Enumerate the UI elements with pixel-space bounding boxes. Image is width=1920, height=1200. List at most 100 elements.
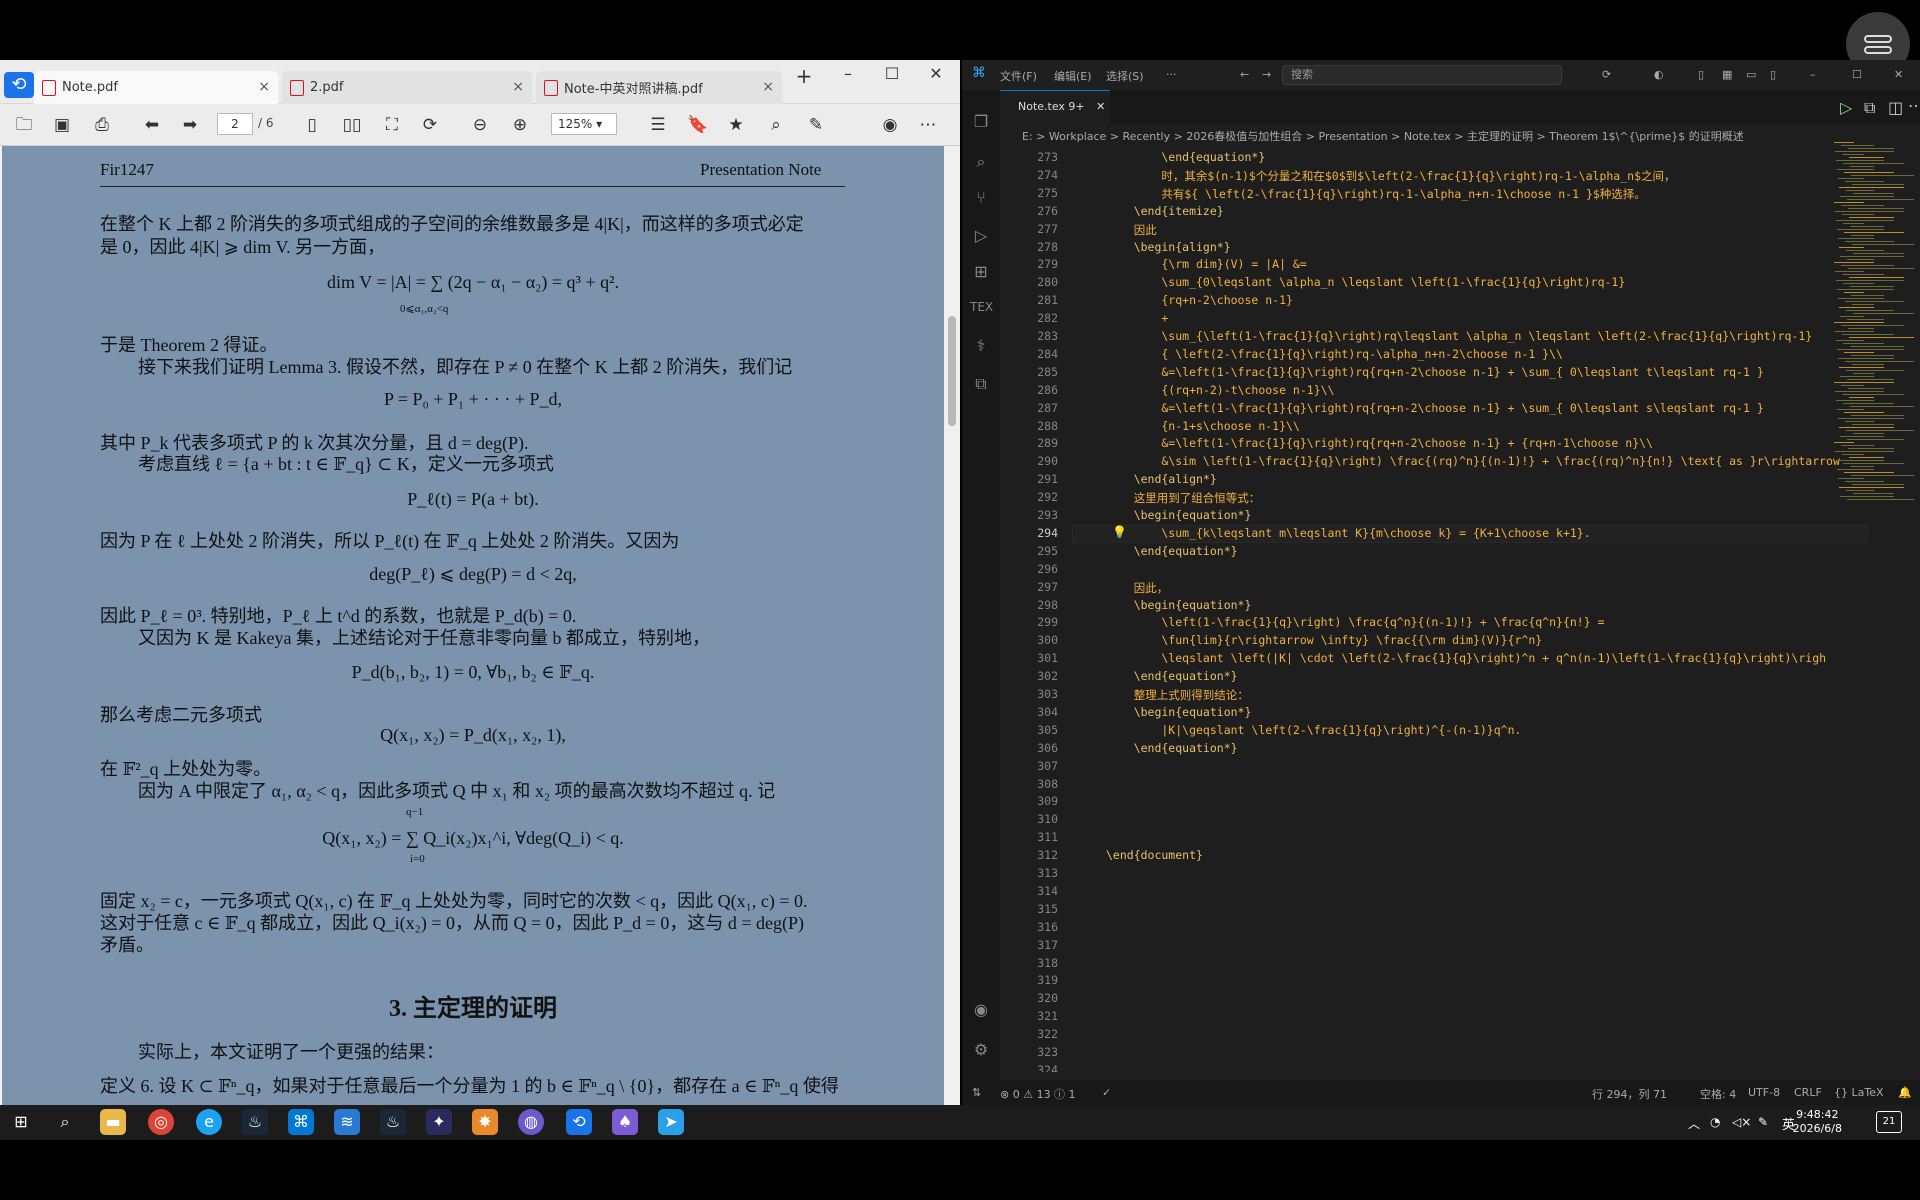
previous-page-icon[interactable]: ⬅ <box>140 113 164 137</box>
code-line[interactable]: 整理上式则得到结论： <box>1106 687 1249 703</box>
fit-page-icon[interactable]: ⛶ <box>380 113 404 137</box>
code-line[interactable]: \begin{equation*} <box>1106 508 1252 522</box>
language-mode[interactable]: {} LaTeX <box>1834 1086 1884 1099</box>
python-icon[interactable]: ⚕ <box>970 336 992 358</box>
system-clock[interactable]: 9:48:42 2026/6/8 <box>1793 1108 1842 1136</box>
indentation[interactable]: 空格: 4 <box>1700 1086 1736 1102</box>
code-line[interactable]: + <box>1106 311 1168 325</box>
more-actions-icon[interactable]: ⋯ <box>1908 96 1920 115</box>
network-icon[interactable]: ◔ <box>1710 1115 1720 1129</box>
search-icon[interactable]: ⌕ <box>764 113 788 137</box>
code-line[interactable]: &=\left(1-\frac{1}{q}\right)rq{rq+n-2\ch… <box>1106 401 1763 415</box>
app-logo-icon[interactable]: ⟲ <box>4 72 34 98</box>
code-line[interactable]: &=\left(1-\frac{1}{q}\right)rq{rq+n-2\ch… <box>1106 436 1653 450</box>
code-line[interactable]: 这里用到了组合恒等式： <box>1106 490 1261 506</box>
minimap[interactable] <box>1830 142 1920 1072</box>
page-number-input[interactable]: 2 <box>217 113 253 135</box>
code-line[interactable]: \end{align*} <box>1106 472 1217 486</box>
notification-center-icon[interactable]: 21 <box>1876 1111 1902 1133</box>
code-line[interactable]: {n-1+s\choose n-1}\\ <box>1106 419 1300 433</box>
vscode-taskbar-icon[interactable]: ⌘ <box>288 1109 314 1135</box>
menu-more[interactable]: ··· <box>1166 68 1177 81</box>
extensions-icon[interactable]: ⊞ <box>970 262 992 284</box>
pdf-scrollbar[interactable] <box>944 146 960 1105</box>
code-line[interactable]: \end{itemize} <box>1106 204 1224 218</box>
back-arrow-icon[interactable]: ← <box>1240 68 1249 81</box>
scroll-thumb[interactable] <box>948 316 956 426</box>
zoom-out-icon[interactable]: ⊖ <box>468 113 492 137</box>
app-icon[interactable]: ✦ <box>426 1109 452 1135</box>
code-line[interactable]: \end{equation*} <box>1106 741 1238 755</box>
print-icon[interactable]: ⎙ <box>90 113 114 137</box>
close-window-button[interactable]: ✕ <box>1894 68 1903 81</box>
close-tab-icon[interactable]: × <box>512 79 524 95</box>
code-line[interactable]: \sum_{\left(1-\frac{1}{q}\right)rq\leqsl… <box>1106 329 1812 343</box>
code-line[interactable]: &=\left(1-\frac{1}{q}\right)rq{rq+n-2\ch… <box>1106 365 1763 379</box>
cursor-position[interactable]: 行 294，列 71 <box>1592 1086 1667 1102</box>
settings-gear-icon[interactable]: ⚙ <box>970 1040 992 1062</box>
code-editor[interactable]: 💡 273 \end{equation*} 274 时，其余$(n-1)$个分量之… <box>1000 142 1880 1072</box>
close-tab-icon[interactable]: × <box>762 79 774 95</box>
close-tab-icon[interactable]: × <box>258 79 270 95</box>
code-line[interactable]: \end{equation*} <box>1106 150 1265 164</box>
toggle-panel-icon[interactable]: ▭ <box>1746 68 1756 81</box>
edge-icon[interactable]: e <box>196 1109 222 1135</box>
app-icon[interactable]: ≋ <box>334 1109 360 1135</box>
code-line[interactable]: &\sim \left(1-\frac{1}{q}\right) \frac{(… <box>1106 454 1840 468</box>
outline-icon[interactable]: ☰ <box>646 113 670 137</box>
bookmark-icon[interactable]: 🔖 <box>686 113 710 137</box>
command-search-input[interactable]: 搜索 <box>1282 65 1562 85</box>
code-line[interactable]: {\rm dim}(V) = |A| &= <box>1106 257 1306 271</box>
app-icon[interactable]: ➤ <box>658 1109 684 1135</box>
search-icon[interactable]: ⌕ <box>52 1109 78 1135</box>
menu-select[interactable]: 选择(S) <box>1106 68 1144 84</box>
minimize-button[interactable]: – <box>1810 68 1816 81</box>
code-line[interactable]: \left(1-\frac{1}{q}\right) \frac{q^n}{(n… <box>1106 615 1604 629</box>
minimize-button[interactable]: – <box>828 64 868 83</box>
code-line[interactable]: \leqslant \left(|K| \cdot \left(2-\frac{… <box>1106 651 1826 665</box>
code-line[interactable]: \begin{align*} <box>1106 240 1231 254</box>
pen-icon[interactable]: ✎ <box>1758 1115 1768 1129</box>
build-run-icon[interactable]: ▷ <box>1840 98 1852 117</box>
app-icon[interactable]: ✸ <box>472 1109 498 1135</box>
code-line[interactable]: |K|\geqslant \left(2-\frac{1}{q}\right)^… <box>1106 723 1521 737</box>
tray-overflow-icon[interactable]: ︿ <box>1688 1115 1700 1132</box>
menu-file[interactable]: 文件(F) <box>1000 68 1037 84</box>
code-line[interactable]: { \left(2-\frac{1}{q}\right)rq-\alpha_n+… <box>1106 347 1563 361</box>
code-line[interactable]: \sum_{k\leqslant m\leqslant K}{m\choose … <box>1106 526 1590 540</box>
app-icon[interactable]: ◍ <box>518 1109 544 1135</box>
app-icon[interactable]: ♠ <box>612 1109 638 1135</box>
remote-icon[interactable]: ⇅ <box>972 1086 981 1099</box>
start-icon[interactable]: ⊞ <box>8 1109 34 1135</box>
account-icon[interactable]: ◉ <box>878 113 902 137</box>
code-line[interactable]: {rq+n-2\choose n-1} <box>1106 293 1293 307</box>
annotate-icon[interactable]: ✎ <box>804 113 828 137</box>
code-line[interactable]: \begin{equation*} <box>1106 598 1252 612</box>
toggle-sidebar-icon[interactable]: ▯ <box>1698 68 1704 81</box>
encoding[interactable]: UTF-8 <box>1748 1086 1780 1099</box>
problems-count[interactable]: ⊗ 0 ⚠ 13 ⓘ 1 <box>1000 1086 1076 1102</box>
code-line[interactable]: \sum_{0\leqslant \alpha_n \leqslant \lef… <box>1106 275 1625 289</box>
tab-note-bilingual-pdf[interactable]: Note-中英对照讲稿.pdf × <box>536 71 782 104</box>
close-tab-icon[interactable]: ✕ <box>1096 100 1105 113</box>
run-debug-icon[interactable]: ▷ <box>970 226 992 248</box>
open-folder-icon[interactable]: 🗀 <box>12 113 36 137</box>
account-icon[interactable]: ◉ <box>970 1000 992 1022</box>
code-line[interactable]: {(rq+n-2)-t\choose n-1}\\ <box>1106 383 1334 397</box>
explorer-icon[interactable]: ❐ <box>970 112 992 134</box>
save-icon[interactable]: ▣ <box>50 113 74 137</box>
pdf-reader-icon[interactable]: ⟲ <box>566 1109 592 1135</box>
tab-note-tex[interactable]: Note.tex 9+ ✕ <box>1000 90 1110 124</box>
maximize-button[interactable]: ☐ <box>872 64 912 83</box>
rotate-icon[interactable]: ⟳ <box>418 113 442 137</box>
steam-icon[interactable]: ♨ <box>380 1109 406 1135</box>
toggle-secondary-sidebar-icon[interactable]: ▯ <box>1770 68 1776 81</box>
code-line[interactable]: \end{equation*} <box>1106 544 1238 558</box>
more-icon[interactable]: ⋯ <box>916 113 940 137</box>
code-line[interactable]: \end{document} <box>1106 848 1203 862</box>
line-ending[interactable]: CRLF <box>1794 1086 1822 1099</box>
steam-icon[interactable]: ♨ <box>242 1109 268 1135</box>
zoom-in-icon[interactable]: ⊕ <box>508 113 532 137</box>
favorite-icon[interactable]: ★ <box>724 113 748 137</box>
code-line[interactable]: \fun{lim}{r\rightarrow \infty} \frac{{\r… <box>1106 633 1542 647</box>
